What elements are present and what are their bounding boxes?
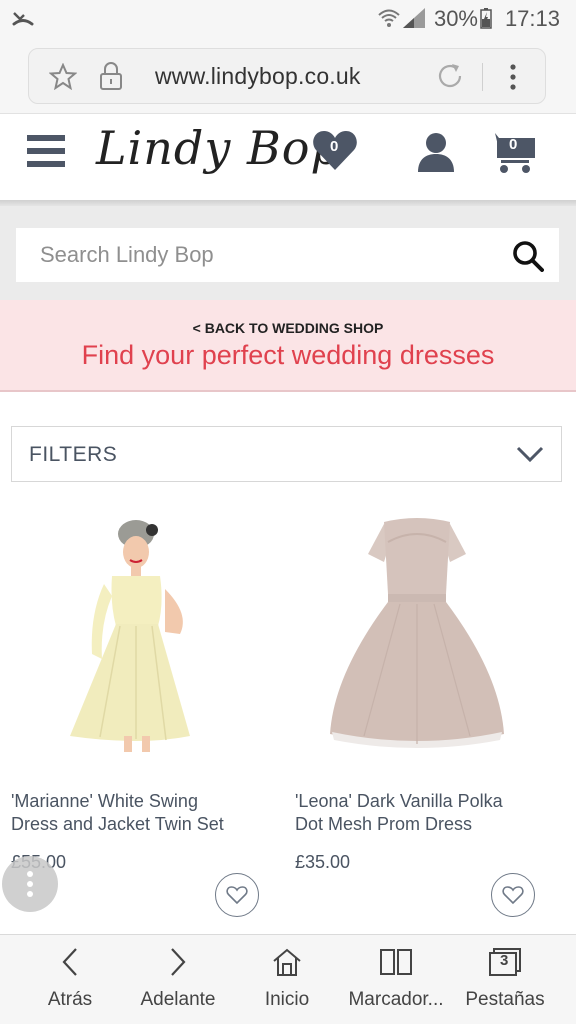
search-input[interactable] <box>16 228 559 282</box>
battery-percent: 30% <box>433 6 478 31</box>
cart-count: 0 <box>509 136 518 153</box>
account-icon[interactable] <box>417 132 455 172</box>
chevron-down-icon <box>516 446 544 463</box>
search-icon[interactable] <box>512 240 544 272</box>
bookmark-star-icon[interactable] <box>49 63 77 90</box>
toolbar-divider <box>482 63 483 91</box>
tabs-count: 3 <box>500 952 509 969</box>
floating-quick-menu-button[interactable] <box>2 856 58 912</box>
status-bar: 30% 17:13 <box>0 0 576 38</box>
address-bar[interactable]: www.lindybop.co.uk <box>28 48 546 104</box>
product-name-line2[interactable]: Dot Mesh Prom Dress <box>295 813 472 836</box>
heart-outline-icon <box>502 886 524 905</box>
nav-home-label: Inicio <box>264 989 310 1010</box>
site-header: Lindy Bop 0 0 <box>0 115 576 201</box>
nav-back-button[interactable]: Atrás <box>20 935 120 1025</box>
signal-icon <box>403 8 425 28</box>
product-image-marianne-dress[interactable] <box>40 514 220 754</box>
chevron-left-icon <box>62 948 77 976</box>
nav-bookmarks-label: Marcador... <box>348 989 444 1010</box>
reload-icon[interactable] <box>435 61 465 91</box>
browser-bottom-nav: Atrás Adelante Inicio Marcador... 3 Pest… <box>0 934 576 1024</box>
search-area <box>0 206 576 300</box>
clock: 17:13 <box>504 6 560 31</box>
wishlist-count: 0 <box>330 138 339 155</box>
product-card[interactable]: 'Leona' Dark Vanilla Polka Dot Mesh Prom… <box>288 490 576 920</box>
site-logo[interactable]: Lindy Bop <box>96 121 341 175</box>
nav-back-label: Atrás <box>47 989 93 1010</box>
chevron-right-icon <box>171 948 186 976</box>
product-name-line1[interactable]: 'Leona' Dark Vanilla Polka <box>295 790 503 813</box>
hamburger-menu-icon[interactable] <box>27 135 65 167</box>
filters-dropdown[interactable]: FILTERS <box>11 426 562 482</box>
add-to-wishlist-button[interactable] <box>491 873 535 917</box>
product-name-line2[interactable]: Dress and Jacket Twin Set <box>11 813 224 836</box>
back-to-wedding-shop-link[interactable]: < BACK TO WEDDING SHOP <box>0 320 576 336</box>
nav-tabs-button[interactable]: 3 Pestañas <box>456 935 554 1025</box>
nav-bookmarks-button[interactable]: Marcador... <box>340 935 452 1025</box>
cart-button[interactable]: 0 <box>487 130 537 174</box>
product-price: £35.00 <box>295 852 351 872</box>
product-name-line1[interactable]: 'Marianne' White Swing <box>11 790 198 813</box>
vertical-dots-icon <box>27 871 33 897</box>
battery-charging-icon <box>480 8 492 29</box>
heart-outline-icon <box>226 886 248 905</box>
product-card[interactable]: 'Marianne' White Swing Dress and Jacket … <box>0 490 288 920</box>
wishlist-button[interactable]: 0 <box>312 128 358 172</box>
nav-forward-button[interactable]: Adelante <box>128 935 228 1025</box>
more-options-icon[interactable] <box>509 63 517 91</box>
product-image-leona-dress[interactable] <box>324 514 510 754</box>
url-text[interactable]: www.lindybop.co.uk <box>155 63 361 90</box>
bookmarks-book-icon <box>380 949 412 975</box>
wedding-banner: < BACK TO WEDDING SHOP Find your perfect… <box>0 300 576 392</box>
nav-home-button[interactable]: Inicio <box>237 935 337 1025</box>
wifi-icon <box>378 9 400 27</box>
nav-forward-label: Adelante <box>140 989 216 1010</box>
nav-tabs-label: Pestañas <box>465 989 545 1010</box>
home-icon <box>273 948 301 976</box>
banner-title: Find your perfect wedding dresses <box>81 340 495 370</box>
lock-icon <box>100 62 122 90</box>
browser-toolbar: www.lindybop.co.uk <box>0 38 576 114</box>
missed-call-icon <box>12 12 34 26</box>
filters-label: FILTERS <box>29 443 118 466</box>
add-to-wishlist-button[interactable] <box>215 873 259 917</box>
